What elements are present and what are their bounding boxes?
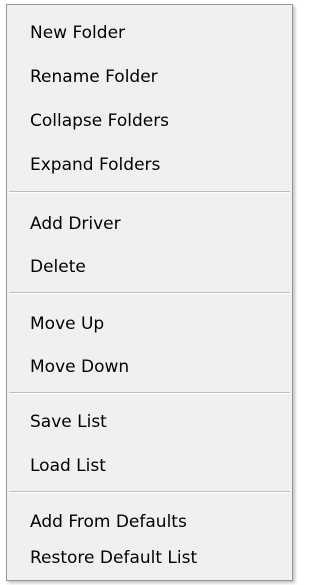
menu-separator bbox=[9, 292, 290, 294]
menu-item-rename-folder[interactable]: Rename Folder bbox=[7, 55, 292, 99]
menu-item-move-up[interactable]: Move Up bbox=[7, 302, 292, 346]
menu-item-save-list[interactable]: Save List bbox=[7, 400, 292, 444]
context-menu: New Folder Rename Folder Collapse Folder… bbox=[6, 4, 293, 581]
menu-separator bbox=[9, 392, 290, 394]
menu-item-new-folder[interactable]: New Folder bbox=[7, 11, 292, 55]
menu-separator bbox=[9, 191, 290, 193]
menu-item-restore-default-list[interactable]: Restore Default List bbox=[7, 536, 292, 580]
menu-item-load-list[interactable]: Load List bbox=[7, 444, 292, 488]
menu-separator bbox=[9, 491, 290, 493]
menu-item-delete[interactable]: Delete bbox=[7, 245, 292, 289]
menu-item-move-down[interactable]: Move Down bbox=[7, 345, 292, 389]
menu-item-add-driver[interactable]: Add Driver bbox=[7, 202, 292, 246]
menu-item-expand-folders[interactable]: Expand Folders bbox=[7, 143, 292, 187]
menu-item-collapse-folders[interactable]: Collapse Folders bbox=[7, 99, 292, 143]
